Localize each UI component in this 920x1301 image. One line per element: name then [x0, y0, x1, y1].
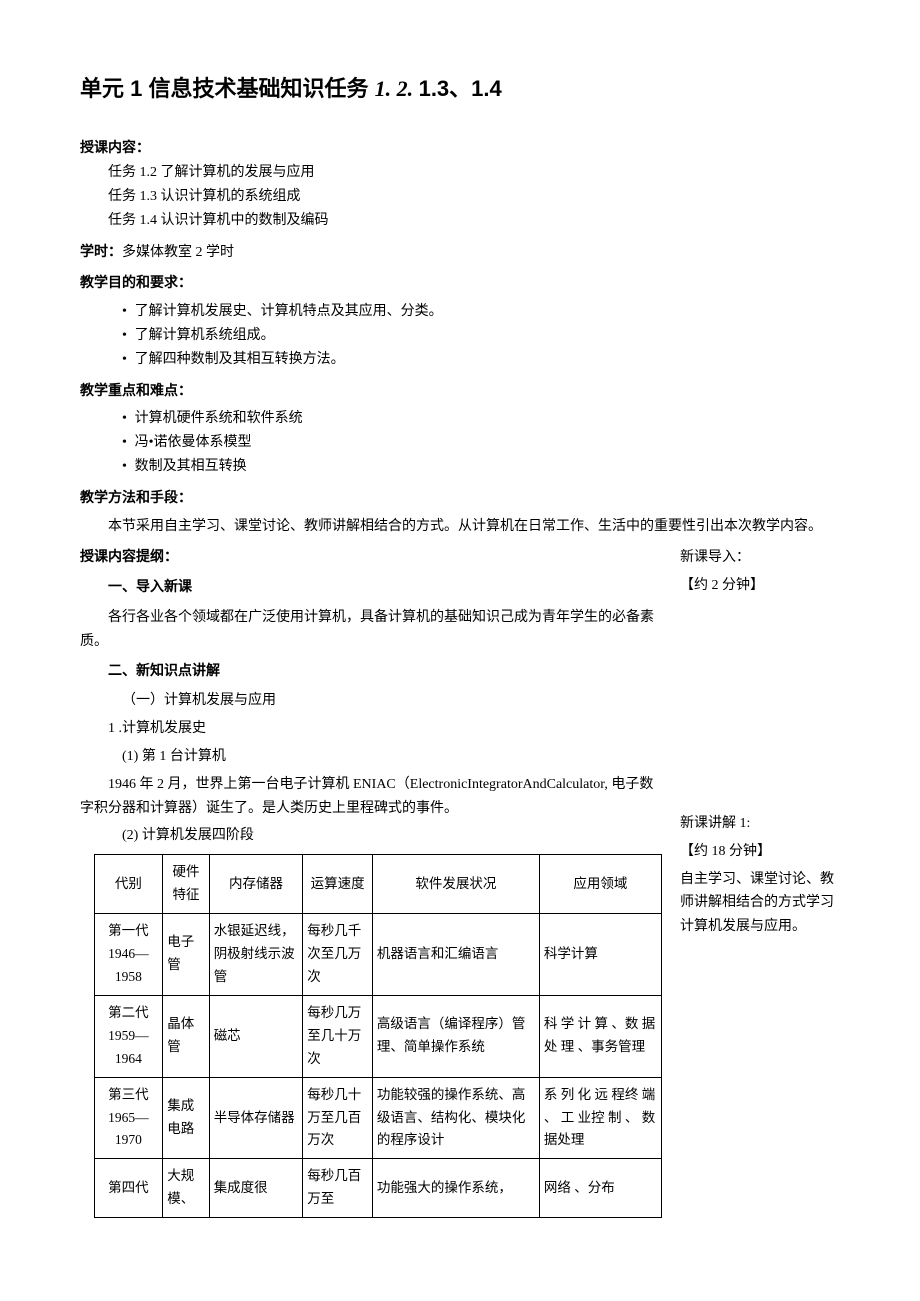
cell-mem: 集成度很: [209, 1159, 303, 1218]
hours-value: 多媒体教室 2 学时: [122, 245, 234, 260]
th-sw: 软件发展状况: [372, 855, 539, 914]
label-hours: 学时：: [80, 245, 122, 260]
cell-gen: 第三代 1965—1970: [94, 1077, 163, 1159]
label-focus: 教学重点和难点：: [80, 380, 840, 404]
cell-app: 网络 、分布: [539, 1159, 661, 1218]
sub-heading-1-1: 1 .计算机发展史: [80, 717, 660, 741]
generations-table: 代别 硬件特征 内存储器 运算速度 软件发展状况 应用领域 第一代 1946—1…: [94, 854, 662, 1218]
cell-sw: 功能较强的操作系统、高级语言、结构化、模块化的程序设计: [372, 1077, 539, 1159]
table-row: 第二代 1959—1964 晶体管 磁芯 每秒几万至几十万次 高级语言（编译程序…: [94, 995, 661, 1077]
focus-list: 计算机硬件系统和软件系统 冯•诺依曼体系模型 数制及其相互转换: [80, 407, 840, 478]
list-item: 了解计算机系统组成。: [122, 324, 840, 348]
cell-gen: 第一代 1946—1958: [94, 913, 163, 995]
page-title: 单元 1 信息技术基础知识任务 1. 2. 1.3、1.4: [80, 70, 840, 107]
cell-hw: 电子管: [163, 913, 209, 995]
heading-lead-in: 一、导入新课: [80, 576, 660, 600]
cell-app: 科学计算: [539, 913, 661, 995]
side-lecture1-time: 【约 18 分钟】: [680, 840, 840, 864]
cell-hw: 大规模、: [163, 1159, 209, 1218]
side-intro-label: 新课导入：: [680, 546, 840, 570]
cell-speed: 每秒几千次至几万次: [303, 913, 373, 995]
th-mem: 内存储器: [209, 855, 303, 914]
eniac-text: 1946 年 2 月，世界上第一台电子计算机 ENIAC（ElectronicI…: [80, 773, 660, 821]
table-header-row: 代别 硬件特征 内存储器 运算速度 软件发展状况 应用领域: [94, 855, 661, 914]
th-hw: 硬件特征: [163, 855, 209, 914]
list-item: 计算机硬件系统和软件系统: [122, 407, 840, 431]
side-spacer: [680, 602, 840, 812]
cell-gen: 第二代 1959—1964: [94, 995, 163, 1077]
sub-heading-1: （一）计算机发展与应用: [80, 689, 660, 713]
cell-mem: 半导体存储器: [209, 1077, 303, 1159]
cell-speed: 每秒几百万至: [303, 1159, 373, 1218]
cell-mem: 水银延迟线，阴极射线示波管: [209, 913, 303, 995]
cell-sw: 高级语言（编译程序）管 理、简单操作系统: [372, 995, 539, 1077]
list-item: 了解四种数制及其相互转换方法。: [122, 348, 840, 372]
label-objectives: 教学目的和要求：: [80, 272, 840, 296]
section-focus: 教学重点和难点： 计算机硬件系统和软件系统 冯•诺依曼体系模型 数制及其相互转换: [80, 380, 840, 479]
list-item: 数制及其相互转换: [122, 455, 840, 479]
sub-heading-1-1-1: (1) 第 1 台计算机: [80, 745, 660, 769]
lead-in-text: 各行各业各个领域都在广泛使用计算机，具备计算机的基础知识己成为青年学生的必备素质…: [80, 606, 660, 654]
side-intro-time: 【约 2 分钟】: [680, 574, 840, 598]
label-methods: 教学方法和手段：: [80, 487, 840, 511]
cell-gen: 第四代: [94, 1159, 163, 1218]
cell-hw: 晶体管: [163, 995, 209, 1077]
cell-app: 科 学 计 算 、数 据 处 理 、事务管理: [539, 995, 661, 1077]
section-content: 授课内容： 任务 1.2 了解计算机的发展与应用 任务 1.3 认识计算机的系统…: [80, 137, 840, 232]
th-app: 应用领域: [539, 855, 661, 914]
cell-sw: 功能强大的操作系统，: [372, 1159, 539, 1218]
list-item: 了解计算机发展史、计算机特点及其应用、分类。: [122, 300, 840, 324]
outline-main: 授课内容提纲： 一、导入新课 各行各业各个领域都在广泛使用计算机，具备计算机的基…: [80, 546, 660, 1218]
task-line: 任务 1.3 认识计算机的系统组成: [80, 185, 840, 209]
cell-speed: 每秒几万至几十万次: [303, 995, 373, 1077]
methods-text: 本节采用自主学习、课堂讨论、教师讲解相结合的方式。从计算机在日常工作、生活中的重…: [80, 515, 840, 539]
label-content: 授课内容：: [80, 141, 150, 156]
cell-app: 系 列 化 远 程终 端 、 工 业控 制 、 数 据处理: [539, 1077, 661, 1159]
task-line: 任务 1.2 了解计算机的发展与应用: [80, 161, 840, 185]
title-suffix: 1.3、1.4: [419, 76, 502, 101]
section-outline: 授课内容提纲： 一、导入新课 各行各业各个领域都在广泛使用计算机，具备计算机的基…: [80, 546, 840, 1218]
side-lecture1-label: 新课讲解 1:: [680, 812, 840, 836]
table-row: 第三代 1965—1970 集成电路 半导体存储器 每秒几十万至几百万次 功能较…: [94, 1077, 661, 1159]
th-speed: 运算速度: [303, 855, 373, 914]
label-outline: 授课内容提纲：: [80, 546, 660, 570]
cell-speed: 每秒几十万至几百万次: [303, 1077, 373, 1159]
title-italic: 1. 2.: [375, 76, 419, 101]
cell-hw: 集成电路: [163, 1077, 209, 1159]
table-row: 第四代 大规模、 集成度很 每秒几百万至 功能强大的操作系统， 网络 、分布: [94, 1159, 661, 1218]
section-objectives: 教学目的和要求： 了解计算机发展史、计算机特点及其应用、分类。 了解计算机系统组…: [80, 272, 840, 371]
outline-side: 新课导入： 【约 2 分钟】 新课讲解 1: 【约 18 分钟】 自主学习、课堂…: [680, 546, 840, 1218]
list-item: 冯•诺依曼体系模型: [122, 431, 840, 455]
sub-heading-1-1-2: (2) 计算机发展四阶段: [80, 824, 660, 848]
objectives-list: 了解计算机发展史、计算机特点及其应用、分类。 了解计算机系统组成。 了解四种数制…: [80, 300, 840, 371]
side-lecture1-text: 自主学习、课堂讨论、教师讲解相结合的方式学习计算机发展与应用。: [680, 868, 840, 939]
cell-sw: 机器语言和汇编语言: [372, 913, 539, 995]
table-row: 第一代 1946—1958 电子管 水银延迟线，阴极射线示波管 每秒几千次至几万…: [94, 913, 661, 995]
task-line: 任务 1.4 认识计算机中的数制及编码: [80, 209, 840, 233]
title-prefix: 单元 1 信息技术基础知识任务: [80, 76, 375, 101]
section-hours: 学时：多媒体教室 2 学时: [80, 241, 840, 265]
th-gen: 代别: [94, 855, 163, 914]
heading-new-knowledge: 二、新知识点讲解: [80, 660, 660, 684]
section-methods: 教学方法和手段： 本节采用自主学习、课堂讨论、教师讲解相结合的方式。从计算机在日…: [80, 487, 840, 539]
cell-mem: 磁芯: [209, 995, 303, 1077]
